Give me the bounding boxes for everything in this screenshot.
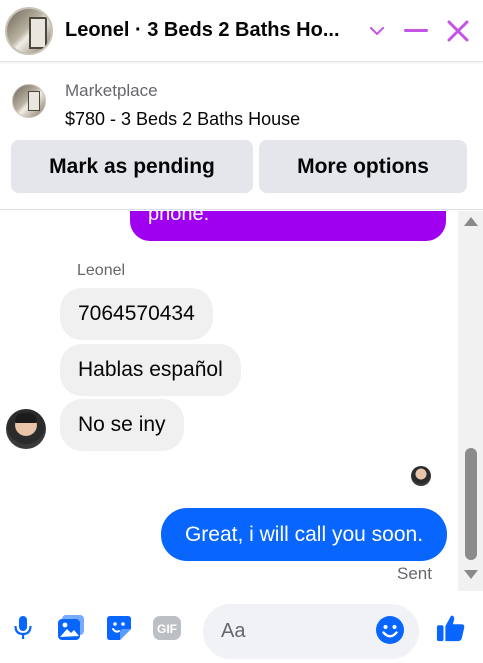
incoming-message-bubble[interactable]: No se iny bbox=[60, 399, 184, 451]
message-composer: GIF bbox=[0, 595, 483, 663]
chat-title[interactable]: Leonel · 3 Beds 2 Baths Ho... bbox=[65, 19, 350, 42]
message-text: phone. bbox=[148, 211, 210, 225]
seen-indicator-avatar bbox=[411, 466, 431, 486]
minimize-icon[interactable] bbox=[401, 16, 431, 46]
scrollbar-thumb[interactable] bbox=[465, 448, 477, 560]
gif-label: GIF bbox=[157, 622, 177, 636]
scroll-up-arrow-icon[interactable] bbox=[464, 217, 478, 226]
thumbs-up-icon[interactable] bbox=[436, 613, 466, 643]
marketplace-listing-card: Marketplace $780 - 3 Beds 2 Baths House … bbox=[0, 64, 483, 210]
listing-thumbnail[interactable] bbox=[12, 84, 46, 118]
marketplace-label: Marketplace bbox=[65, 81, 158, 100]
sender-avatar[interactable] bbox=[6, 409, 46, 449]
message-input[interactable] bbox=[221, 616, 371, 646]
microphone-icon[interactable] bbox=[8, 613, 38, 643]
incoming-message-bubble[interactable]: 7064570434 bbox=[60, 288, 213, 340]
mark-as-pending-button[interactable]: Mark as pending bbox=[11, 140, 253, 193]
chevron-down-icon[interactable] bbox=[362, 16, 392, 46]
listing-avatar[interactable] bbox=[5, 6, 53, 55]
emoji-icon[interactable] bbox=[375, 615, 405, 645]
outgoing-message-bubble[interactable]: Great, i will call you soon. bbox=[161, 508, 447, 561]
listing-price-title[interactable]: $780 - 3 Beds 2 Baths House bbox=[65, 109, 300, 130]
incoming-message-bubble[interactable]: Hablas español bbox=[60, 344, 241, 396]
message-status: Sent bbox=[397, 564, 432, 583]
chat-header: Leonel · 3 Beds 2 Baths Ho... bbox=[0, 0, 483, 62]
sticker-icon[interactable] bbox=[104, 613, 134, 643]
message-input-box[interactable] bbox=[203, 604, 419, 659]
more-options-button[interactable]: More options bbox=[259, 140, 467, 193]
gif-icon[interactable]: GIF bbox=[152, 613, 182, 643]
sender-name: Leonel bbox=[77, 262, 126, 279]
outgoing-message-bubble: phone. bbox=[130, 211, 446, 241]
scroll-down-arrow-icon[interactable] bbox=[464, 570, 478, 579]
message-list[interactable]: phone. Leonel 7064570434 Hablas español … bbox=[0, 211, 458, 591]
close-icon[interactable] bbox=[443, 16, 473, 46]
photo-icon[interactable] bbox=[56, 613, 86, 643]
